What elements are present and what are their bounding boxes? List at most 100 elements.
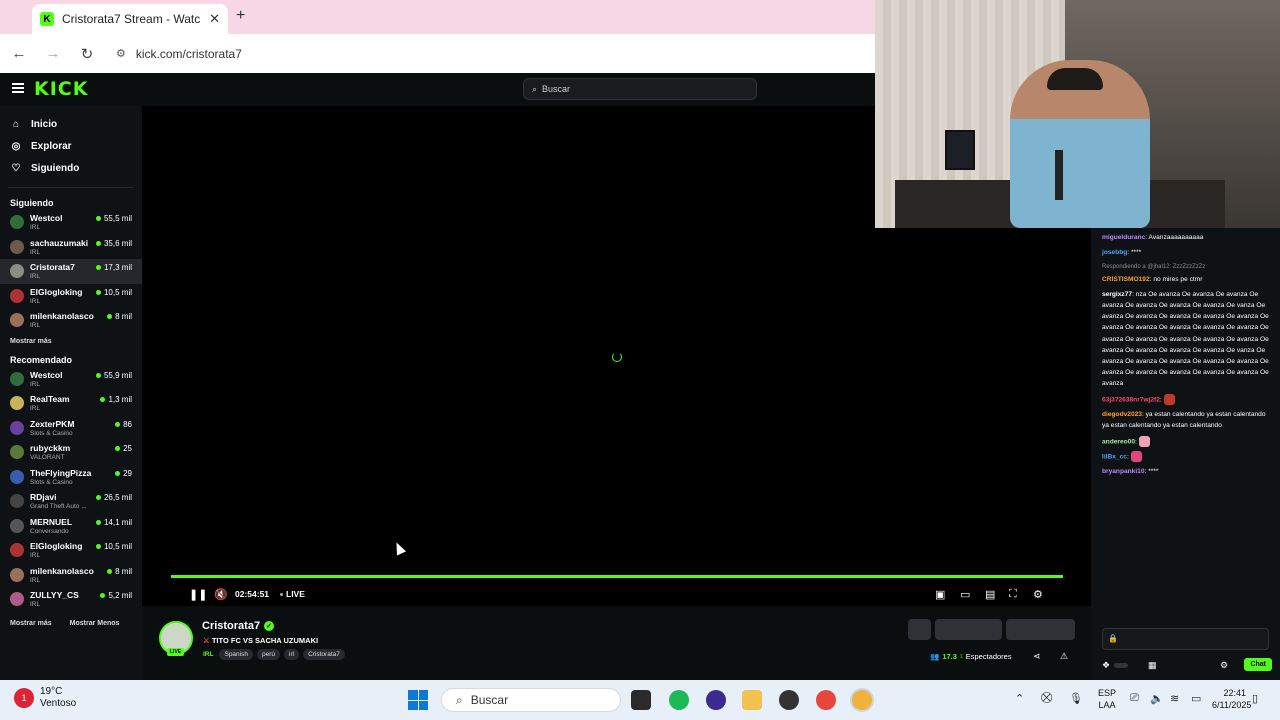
chat-username[interactable]: CRISTISMO192: [1102, 276, 1150, 283]
stream-category[interactable]: IRL: [203, 651, 213, 658]
sidebar-channel[interactable]: RDjavi Grand Theft Auto ... 26,5 mil: [0, 489, 142, 514]
site-info-icon[interactable]: ⚙: [116, 47, 126, 60]
streamer-hair: [1047, 68, 1103, 90]
points-icon[interactable]: ❖: [1102, 660, 1110, 671]
search-input[interactable]: ⌕ Buscar: [523, 78, 757, 100]
chat-input[interactable]: 🔒: [1102, 628, 1269, 650]
channel-viewers: 17,3 mil: [95, 263, 132, 272]
tray-chevron-icon[interactable]: ⌃: [1015, 692, 1024, 705]
sidebar-channel[interactable]: RealTeam IRL 1,3 mil: [0, 391, 142, 416]
show-more-button[interactable]: Mostrar más: [10, 615, 52, 633]
mute-icon[interactable]: 🔇: [214, 588, 228, 601]
sidebar-channel[interactable]: rubyckkm VALORANT 25: [0, 440, 142, 465]
nav-siguiendo[interactable]: ♡ Siguiendo: [0, 157, 142, 179]
chat-username[interactable]: bryanpanki10: [1102, 468, 1145, 475]
theater-mode-icon[interactable]: ▤: [985, 588, 995, 601]
chrome-icon[interactable]: [816, 690, 836, 710]
clock[interactable]: 22:41 6/11/2025: [1212, 687, 1251, 711]
chrome-active-icon[interactable]: [852, 690, 872, 710]
language-indicator[interactable]: ESP LAA: [1098, 687, 1116, 711]
tag[interactable]: irl: [284, 649, 300, 660]
obs-icon[interactable]: [779, 690, 799, 710]
action-button[interactable]: [908, 619, 931, 640]
tag[interactable]: Spanish: [219, 649, 253, 660]
pause-icon[interactable]: ❚❚: [189, 588, 207, 601]
chat-username[interactable]: diegodv2023: [1102, 411, 1142, 418]
tag[interactable]: perú: [256, 649, 280, 660]
reply-context: Respondiendo a @jhal12: ZzzZzzZzZz: [1102, 264, 1206, 271]
windows-start-icon[interactable]: [408, 690, 428, 710]
sidebar-channel[interactable]: ZULLYY_CS IRL 5,2 mil: [0, 587, 142, 612]
channel-category: Conversando: [30, 527, 69, 535]
sidebar-channel[interactable]: Cristorata7 IRL 17,3 mil: [0, 259, 142, 284]
share-icon[interactable]: ⋖: [1033, 651, 1041, 662]
microphone-icon[interactable]: 🎙: [1069, 692, 1083, 705]
chat-username[interactable]: josebbg: [1102, 249, 1127, 256]
pip-icon[interactable]: ▣: [935, 588, 945, 601]
spotify-icon[interactable]: [669, 690, 689, 710]
home-icon: ⌂: [12, 118, 20, 130]
app-icon[interactable]: [706, 690, 726, 710]
progress-bar[interactable]: [171, 575, 1063, 578]
sidebar-channel[interactable]: ElGlogloking IRL 10,5 mil: [0, 284, 142, 309]
tray-app-icon[interactable]: ⛒: [1041, 692, 1052, 705]
live-dot-icon: [95, 519, 101, 525]
sidebar-channel[interactable]: ZexterPKM Slots & Casino 86: [0, 416, 142, 441]
new-tab-icon[interactable]: +: [236, 7, 245, 25]
report-icon[interactable]: ⚠: [1060, 651, 1068, 662]
chat-username[interactable]: 63j372638nr7wj2f2: [1102, 396, 1160, 403]
sidebar-channel[interactable]: Westcol IRL 55,5 mil: [0, 210, 142, 235]
weather-text: Ventoso: [40, 698, 77, 709]
url-field[interactable]: ⚙ kick.com/cristorata7: [116, 47, 242, 61]
weather-widget[interactable]: 1 19°C Ventoso: [14, 686, 76, 710]
follow-button[interactable]: [1006, 619, 1075, 640]
gift-icon[interactable]: ▦: [1148, 660, 1157, 671]
kick-logo[interactable]: KICK: [34, 78, 88, 100]
sidebar-channel[interactable]: milenkanolasco IRL 8 mil: [0, 308, 142, 333]
battery-icon[interactable]: ▭: [1191, 692, 1201, 705]
forward-icon[interactable]: →: [44, 45, 62, 62]
sidebar-channel[interactable]: TheFlyingPizza Slots & Casino 29: [0, 465, 142, 490]
kick-header: KICK ⌕ Buscar: [0, 73, 875, 106]
webcam-overlay: [875, 0, 1280, 228]
nav-inicio[interactable]: ⌂ Inicio: [0, 113, 142, 135]
channel-avatar: [10, 288, 24, 303]
miniplayer-icon[interactable]: ▭: [960, 588, 970, 601]
sidebar-channel[interactable]: Westcol IRL 55,9 mil: [0, 367, 142, 392]
fullscreen-icon[interactable]: ⛶: [1009, 588, 1017, 601]
show-less-button[interactable]: Mostrar Menos: [70, 615, 120, 633]
tag[interactable]: Cristorata7: [303, 649, 345, 660]
chat-settings-icon[interactable]: ⚙: [1220, 660, 1228, 671]
taskbar-search[interactable]: ⌕ Buscar: [441, 688, 621, 712]
chat-username[interactable]: andereo00: [1102, 438, 1135, 445]
live-indicator[interactable]: LIVE: [280, 589, 305, 599]
menu-icon[interactable]: [12, 83, 24, 93]
live-dot-icon: [95, 544, 101, 549]
sidebar-channel[interactable]: MERNUEL Conversando 14,1 mil: [0, 514, 142, 539]
sidebar-channel[interactable]: milenkanolasco IRL 8 mil: [0, 563, 142, 588]
display-icon[interactable]: ⎚: [1130, 692, 1139, 705]
wifi-icon[interactable]: ≋: [1170, 692, 1179, 705]
reload-icon[interactable]: ↻: [78, 45, 96, 63]
file-explorer-icon[interactable]: [742, 690, 762, 710]
nav-explorar[interactable]: ◎ Explorar: [0, 135, 142, 157]
sidebar-channel[interactable]: sachauzumaki IRL 35,6 mil: [0, 235, 142, 260]
sidebar-channel[interactable]: ElGlogloking IRL 10,5 mil: [0, 538, 142, 563]
settings-icon[interactable]: ⚙: [1033, 588, 1043, 601]
chat-username[interactable]: sergixz77: [1102, 291, 1132, 298]
browser-tab[interactable]: K Cristorata7 Stream - Watch Live ✕: [32, 4, 228, 34]
chat-username[interactable]: miguelduranc: [1102, 234, 1145, 241]
chat-username[interactable]: lilBx_cc: [1102, 453, 1127, 460]
taskbar: 1 19°C Ventoso ⌕ Buscar ⌃ ⛒ 🎙 ESP LAA ⎚ …: [0, 680, 1280, 720]
back-icon[interactable]: ←: [10, 45, 28, 62]
close-tab-icon[interactable]: ✕: [209, 11, 220, 27]
streamer-name[interactable]: Cristorata7: [202, 620, 260, 632]
action-button[interactable]: [935, 619, 1002, 640]
volume-icon[interactable]: 🔈: [1150, 692, 1164, 705]
notification-icon[interactable]: ▯: [1252, 692, 1258, 705]
live-dot-icon: [115, 470, 121, 476]
show-more-button[interactable]: Mostrar más: [10, 333, 52, 351]
chat-send-button[interactable]: Chat: [1244, 658, 1272, 671]
channel-avatar: [10, 445, 24, 459]
terminal-icon[interactable]: [631, 690, 651, 710]
